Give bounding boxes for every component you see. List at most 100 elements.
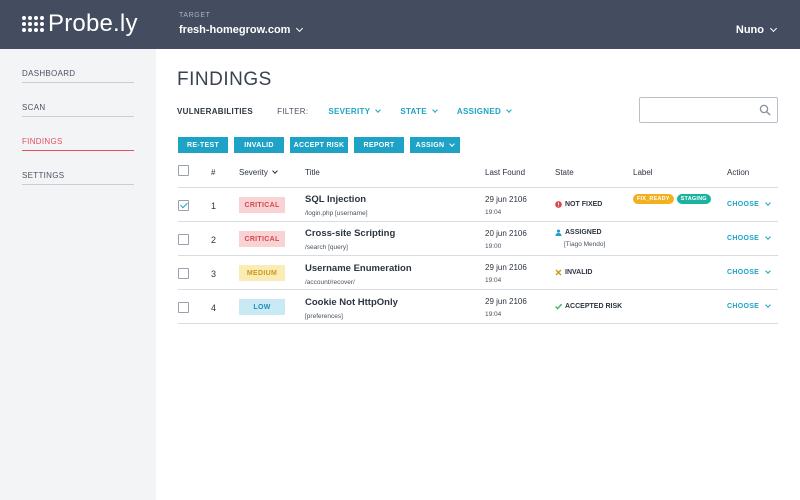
search-icon[interactable] <box>759 104 771 116</box>
state-cell: ASSIGNED [Tiago Mendo] <box>555 229 605 248</box>
user-name: Nuno <box>735 24 764 36</box>
logo-text: Probe.ly <box>48 10 138 37</box>
last-found-time: 19:00 <box>485 243 502 250</box>
target-selector[interactable]: TARGET fresh-homegrow.com <box>179 12 304 36</box>
choose-action-dropdown[interactable]: CHOOSE <box>727 199 771 208</box>
filter-assigned-label: ASSIGNED <box>456 107 502 116</box>
chevron-down-icon <box>506 106 512 113</box>
sidebar-item-findings[interactable]: FINDINGS <box>22 117 134 151</box>
chevron-down-icon <box>765 233 771 240</box>
logo-dots-icon <box>22 16 44 32</box>
filter-label: FILTER: <box>277 107 309 116</box>
target-dropdown[interactable]: fresh-homegrow.com <box>179 24 304 36</box>
finding-title[interactable]: Username Enumeration <box>305 263 412 274</box>
row-num: 4 <box>211 303 217 313</box>
finding-title-cell[interactable]: SQL Injection /login.php [username] <box>305 194 368 217</box>
finding-title-cell[interactable]: Username Enumeration /account/recover/ <box>305 263 412 286</box>
sidebar-item-settings[interactable]: SETTINGS <box>22 151 134 185</box>
sidebar-item-label: SCAN <box>22 103 46 112</box>
choose-label: CHOOSE <box>727 235 760 242</box>
finding-title[interactable]: Cross-site Scripting <box>305 228 395 239</box>
label-badge: FIX_READY <box>633 194 674 204</box>
chevron-down-icon <box>765 301 771 308</box>
choose-action-dropdown[interactable]: CHOOSE <box>727 267 771 276</box>
table-row[interactable]: 4 LOW Cookie Not HttpOnly [preferences] … <box>178 290 778 324</box>
target-label: TARGET <box>179 12 211 19</box>
checkmark-icon <box>555 303 562 310</box>
choose-action-dropdown[interactable]: CHOOSE <box>727 233 771 242</box>
finding-path: /search [query] <box>305 244 348 251</box>
row-checkbox[interactable] <box>178 200 189 211</box>
retest-button[interactable]: RE-TEST <box>178 137 228 153</box>
severity-badge: MEDIUM <box>239 265 285 281</box>
last-found-cell: 29 jun 2106 19:04 <box>485 263 527 284</box>
top-bar: Probe.ly TARGET fresh-homegrow.com Nuno <box>0 0 800 49</box>
filter-severity-dropdown[interactable]: SEVERITY <box>328 106 382 116</box>
sidebar: DASHBOARD SCAN FINDINGS SETTINGS <box>0 49 156 500</box>
last-found-time: 19:04 <box>485 277 502 284</box>
select-all-checkbox[interactable] <box>178 165 189 176</box>
user-icon <box>555 229 562 236</box>
header-action: Action <box>727 168 750 177</box>
sidebar-item-scan[interactable]: SCAN <box>22 83 134 117</box>
table-row[interactable]: 3 MEDIUM Username Enumeration /account/r… <box>178 256 778 290</box>
last-found-time: 19:04 <box>485 209 502 216</box>
assign-button[interactable]: ASSIGN <box>410 137 460 153</box>
header-num: # <box>211 168 216 177</box>
finding-path: /account/recover/ <box>305 279 355 286</box>
row-num: 1 <box>211 201 217 211</box>
choose-action-dropdown[interactable]: CHOOSE <box>727 301 771 310</box>
filter-assigned-dropdown[interactable]: ASSIGNED <box>456 106 512 116</box>
label-badge: STAGING <box>676 194 711 204</box>
sidebar-item-label: FINDINGS <box>22 137 63 146</box>
table-row[interactable]: 1 CRITICAL SQL Injection /login.php [use… <box>178 188 778 222</box>
probely-logo[interactable]: Probe.ly <box>22 12 138 36</box>
invalid-button[interactable]: INVALID <box>234 137 284 153</box>
header-title: Title <box>305 168 320 177</box>
chevron-down-icon <box>769 24 778 32</box>
accept-risk-button[interactable]: ACCEPT RISK <box>290 137 348 153</box>
state-label: ASSIGNED <box>565 229 602 236</box>
header-severity-sort[interactable]: Severity <box>239 167 278 177</box>
chevron-down-icon <box>272 167 278 174</box>
row-checkbox[interactable] <box>178 302 189 313</box>
finding-title-cell[interactable]: Cookie Not HttpOnly [preferences] <box>305 297 398 320</box>
user-menu[interactable]: Nuno <box>735 24 778 36</box>
report-button[interactable]: REPORT <box>354 137 404 153</box>
x-mark-icon <box>555 269 562 276</box>
last-found-cell: 29 jun 2106 19:04 <box>485 297 527 318</box>
alert-circle-icon <box>555 201 562 208</box>
row-checkbox[interactable] <box>178 268 189 279</box>
state-cell: ACCEPTED RISK <box>555 303 622 310</box>
finding-title[interactable]: Cookie Not HttpOnly <box>305 297 398 308</box>
filter-state-dropdown[interactable]: STATE <box>400 106 438 116</box>
table-row[interactable]: 2 CRITICAL Cross-site Scripting /search … <box>178 222 778 256</box>
last-found-time: 19:04 <box>485 311 502 318</box>
section-label: VULNERABILITIES <box>177 107 254 116</box>
chevron-down-icon <box>296 24 304 32</box>
last-found-cell: 29 jun 2106 19:04 <box>485 195 527 216</box>
header-last-found: Last Found <box>485 168 526 177</box>
assignee-name: [Tiago Mendo] <box>564 241 606 248</box>
bulk-actions: RE-TEST INVALID ACCEPT RISK REPORT ASSIG… <box>178 137 466 153</box>
chevron-down-icon <box>765 199 771 206</box>
header-severity: Severity <box>239 168 268 177</box>
finding-title-cell[interactable]: Cross-site Scripting /search [query] <box>305 228 395 251</box>
choose-label: CHOOSE <box>727 201 760 208</box>
state-label: ACCEPTED RISK <box>565 303 623 310</box>
choose-label: CHOOSE <box>727 303 760 310</box>
filter-severity-label: SEVERITY <box>328 107 371 116</box>
search-input[interactable] <box>639 97 778 123</box>
row-num: 3 <box>211 269 217 279</box>
chevron-down-icon <box>449 141 456 147</box>
finding-path: [preferences] <box>305 313 343 320</box>
last-found-date: 29 jun 2106 <box>485 297 527 306</box>
last-found-date: 29 jun 2106 <box>485 263 527 272</box>
row-checkbox[interactable] <box>178 234 189 245</box>
page-title: FINDINGS <box>177 69 272 90</box>
filter-bar: VULNERABILITIES FILTER: SEVERITY STATE A… <box>177 106 512 116</box>
target-value: fresh-homegrow.com <box>179 24 291 36</box>
finding-title[interactable]: SQL Injection <box>305 194 368 205</box>
table-header: # Severity Title Last Found State Label … <box>178 164 778 188</box>
sidebar-item-dashboard[interactable]: DASHBOARD <box>22 49 134 83</box>
